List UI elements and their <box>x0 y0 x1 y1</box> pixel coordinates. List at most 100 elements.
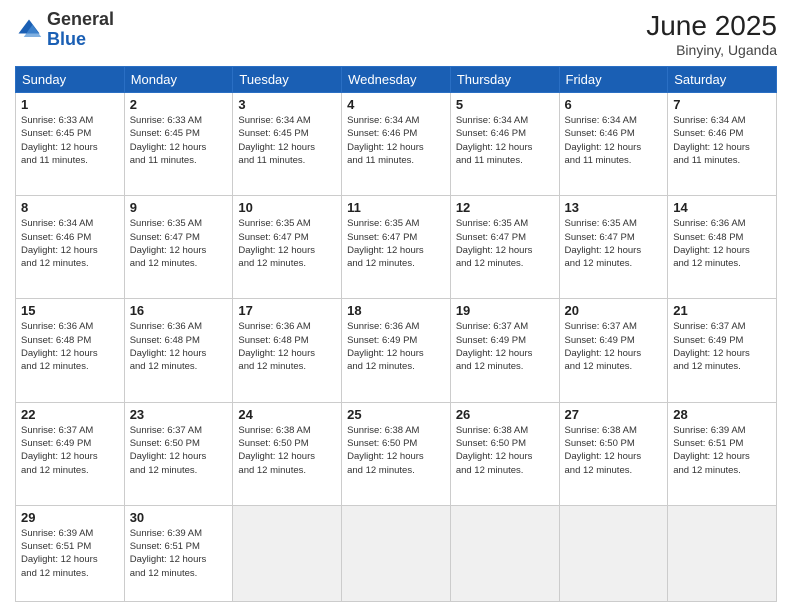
weekday-header: Sunday <box>16 67 125 93</box>
calendar-table: SundayMondayTuesdayWednesdayThursdayFrid… <box>15 66 777 602</box>
day-cell <box>233 505 342 601</box>
weekday-header: Friday <box>559 67 668 93</box>
day-number: 1 <box>21 97 119 112</box>
day-number: 6 <box>565 97 663 112</box>
day-info: Sunrise: 6:34 AM Sunset: 6:46 PM Dayligh… <box>347 114 445 167</box>
day-cell: 24 Sunrise: 6:38 AM Sunset: 6:50 PM Dayl… <box>233 402 342 505</box>
day-number: 7 <box>673 97 771 112</box>
day-cell: 2 Sunrise: 6:33 AM Sunset: 6:45 PM Dayli… <box>124 93 233 196</box>
page-header: General Blue June 2025 Binyiny, Uganda <box>15 10 777 58</box>
day-number: 12 <box>456 200 554 215</box>
day-info: Sunrise: 6:38 AM Sunset: 6:50 PM Dayligh… <box>565 424 663 477</box>
day-cell: 26 Sunrise: 6:38 AM Sunset: 6:50 PM Dayl… <box>450 402 559 505</box>
day-cell: 20 Sunrise: 6:37 AM Sunset: 6:49 PM Dayl… <box>559 299 668 402</box>
title-section: June 2025 Binyiny, Uganda <box>646 10 777 58</box>
day-number: 11 <box>347 200 445 215</box>
day-number: 24 <box>238 407 336 422</box>
day-number: 22 <box>21 407 119 422</box>
day-number: 19 <box>456 303 554 318</box>
day-number: 28 <box>673 407 771 422</box>
day-info: Sunrise: 6:39 AM Sunset: 6:51 PM Dayligh… <box>673 424 771 477</box>
day-cell: 21 Sunrise: 6:37 AM Sunset: 6:49 PM Dayl… <box>668 299 777 402</box>
day-info: Sunrise: 6:36 AM Sunset: 6:48 PM Dayligh… <box>238 320 336 373</box>
day-cell: 17 Sunrise: 6:36 AM Sunset: 6:48 PM Dayl… <box>233 299 342 402</box>
day-cell: 10 Sunrise: 6:35 AM Sunset: 6:47 PM Dayl… <box>233 196 342 299</box>
logo-icon <box>15 16 43 44</box>
day-number: 4 <box>347 97 445 112</box>
day-number: 5 <box>456 97 554 112</box>
day-info: Sunrise: 6:37 AM Sunset: 6:49 PM Dayligh… <box>565 320 663 373</box>
weekday-header: Wednesday <box>342 67 451 93</box>
day-number: 13 <box>565 200 663 215</box>
day-info: Sunrise: 6:34 AM Sunset: 6:46 PM Dayligh… <box>565 114 663 167</box>
day-info: Sunrise: 6:34 AM Sunset: 6:46 PM Dayligh… <box>21 217 119 270</box>
day-cell: 27 Sunrise: 6:38 AM Sunset: 6:50 PM Dayl… <box>559 402 668 505</box>
day-info: Sunrise: 6:37 AM Sunset: 6:50 PM Dayligh… <box>130 424 228 477</box>
day-cell <box>559 505 668 601</box>
day-info: Sunrise: 6:35 AM Sunset: 6:47 PM Dayligh… <box>456 217 554 270</box>
day-info: Sunrise: 6:36 AM Sunset: 6:48 PM Dayligh… <box>130 320 228 373</box>
day-cell <box>668 505 777 601</box>
day-number: 9 <box>130 200 228 215</box>
day-info: Sunrise: 6:38 AM Sunset: 6:50 PM Dayligh… <box>347 424 445 477</box>
day-cell: 14 Sunrise: 6:36 AM Sunset: 6:48 PM Dayl… <box>668 196 777 299</box>
weekday-header: Tuesday <box>233 67 342 93</box>
location: Binyiny, Uganda <box>646 42 777 58</box>
day-info: Sunrise: 6:37 AM Sunset: 6:49 PM Dayligh… <box>673 320 771 373</box>
day-number: 29 <box>21 510 119 525</box>
day-cell: 8 Sunrise: 6:34 AM Sunset: 6:46 PM Dayli… <box>16 196 125 299</box>
day-cell: 1 Sunrise: 6:33 AM Sunset: 6:45 PM Dayli… <box>16 93 125 196</box>
day-info: Sunrise: 6:38 AM Sunset: 6:50 PM Dayligh… <box>456 424 554 477</box>
day-cell: 13 Sunrise: 6:35 AM Sunset: 6:47 PM Dayl… <box>559 196 668 299</box>
day-cell: 7 Sunrise: 6:34 AM Sunset: 6:46 PM Dayli… <box>668 93 777 196</box>
day-cell: 6 Sunrise: 6:34 AM Sunset: 6:46 PM Dayli… <box>559 93 668 196</box>
day-info: Sunrise: 6:37 AM Sunset: 6:49 PM Dayligh… <box>21 424 119 477</box>
day-cell: 29 Sunrise: 6:39 AM Sunset: 6:51 PM Dayl… <box>16 505 125 601</box>
day-number: 26 <box>456 407 554 422</box>
week-row: 15 Sunrise: 6:36 AM Sunset: 6:48 PM Dayl… <box>16 299 777 402</box>
day-cell: 16 Sunrise: 6:36 AM Sunset: 6:48 PM Dayl… <box>124 299 233 402</box>
day-cell: 28 Sunrise: 6:39 AM Sunset: 6:51 PM Dayl… <box>668 402 777 505</box>
day-number: 17 <box>238 303 336 318</box>
day-number: 23 <box>130 407 228 422</box>
day-number: 21 <box>673 303 771 318</box>
day-cell: 15 Sunrise: 6:36 AM Sunset: 6:48 PM Dayl… <box>16 299 125 402</box>
day-number: 30 <box>130 510 228 525</box>
day-info: Sunrise: 6:39 AM Sunset: 6:51 PM Dayligh… <box>21 527 119 580</box>
day-number: 2 <box>130 97 228 112</box>
day-cell: 25 Sunrise: 6:38 AM Sunset: 6:50 PM Dayl… <box>342 402 451 505</box>
day-info: Sunrise: 6:36 AM Sunset: 6:48 PM Dayligh… <box>21 320 119 373</box>
week-row: 1 Sunrise: 6:33 AM Sunset: 6:45 PM Dayli… <box>16 93 777 196</box>
day-info: Sunrise: 6:34 AM Sunset: 6:45 PM Dayligh… <box>238 114 336 167</box>
day-cell: 3 Sunrise: 6:34 AM Sunset: 6:45 PM Dayli… <box>233 93 342 196</box>
day-cell: 11 Sunrise: 6:35 AM Sunset: 6:47 PM Dayl… <box>342 196 451 299</box>
day-info: Sunrise: 6:38 AM Sunset: 6:50 PM Dayligh… <box>238 424 336 477</box>
day-cell: 30 Sunrise: 6:39 AM Sunset: 6:51 PM Dayl… <box>124 505 233 601</box>
day-cell: 5 Sunrise: 6:34 AM Sunset: 6:46 PM Dayli… <box>450 93 559 196</box>
day-number: 25 <box>347 407 445 422</box>
weekday-header-row: SundayMondayTuesdayWednesdayThursdayFrid… <box>16 67 777 93</box>
logo: General Blue <box>15 10 114 50</box>
day-number: 27 <box>565 407 663 422</box>
day-number: 14 <box>673 200 771 215</box>
day-info: Sunrise: 6:35 AM Sunset: 6:47 PM Dayligh… <box>565 217 663 270</box>
weekday-header: Saturday <box>668 67 777 93</box>
day-cell <box>342 505 451 601</box>
day-info: Sunrise: 6:37 AM Sunset: 6:49 PM Dayligh… <box>456 320 554 373</box>
day-info: Sunrise: 6:33 AM Sunset: 6:45 PM Dayligh… <box>21 114 119 167</box>
day-number: 20 <box>565 303 663 318</box>
day-cell: 9 Sunrise: 6:35 AM Sunset: 6:47 PM Dayli… <box>124 196 233 299</box>
day-number: 18 <box>347 303 445 318</box>
day-number: 15 <box>21 303 119 318</box>
day-cell <box>450 505 559 601</box>
day-number: 8 <box>21 200 119 215</box>
day-info: Sunrise: 6:34 AM Sunset: 6:46 PM Dayligh… <box>673 114 771 167</box>
weekday-header: Thursday <box>450 67 559 93</box>
day-cell: 4 Sunrise: 6:34 AM Sunset: 6:46 PM Dayli… <box>342 93 451 196</box>
day-cell: 18 Sunrise: 6:36 AM Sunset: 6:49 PM Dayl… <box>342 299 451 402</box>
day-info: Sunrise: 6:33 AM Sunset: 6:45 PM Dayligh… <box>130 114 228 167</box>
week-row: 22 Sunrise: 6:37 AM Sunset: 6:49 PM Dayl… <box>16 402 777 505</box>
day-info: Sunrise: 6:36 AM Sunset: 6:49 PM Dayligh… <box>347 320 445 373</box>
day-info: Sunrise: 6:35 AM Sunset: 6:47 PM Dayligh… <box>130 217 228 270</box>
day-cell: 23 Sunrise: 6:37 AM Sunset: 6:50 PM Dayl… <box>124 402 233 505</box>
